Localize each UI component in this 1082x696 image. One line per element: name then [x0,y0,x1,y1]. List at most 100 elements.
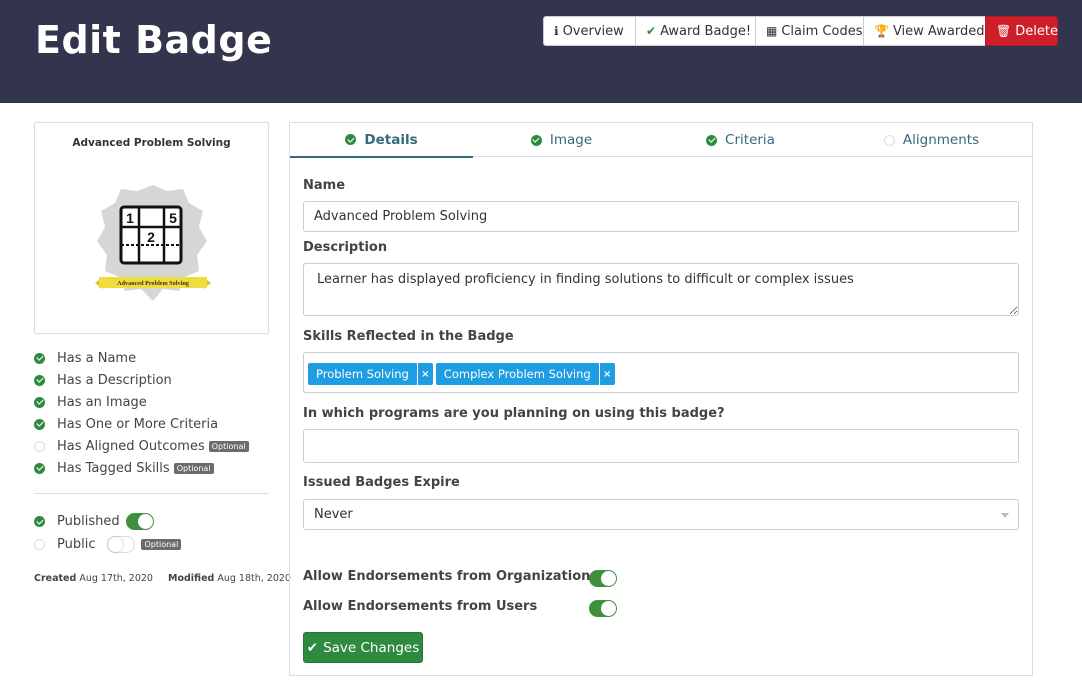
description-textarea[interactable]: Learner has displayed proficiency in fin… [303,263,1019,316]
public-label: Public [57,537,96,552]
expire-label: Issued Badges Expire [303,475,460,490]
trophy-icon: 🏆 [874,24,889,38]
badge-ribbon-text: Advanced Problem Solving [117,280,190,287]
endorse-users-toggle[interactable] [589,600,617,617]
check-circle-icon [34,396,45,408]
overview-label: Overview [562,23,624,39]
tab-alignments-label: Alignments [902,132,980,148]
public-row: Public Optional [34,533,269,556]
skills-label: Skills Reflected in the Badge [303,329,514,344]
criteria-check-icon [706,134,718,146]
badge-card-title: Advanced Problem Solving [72,137,231,149]
save-changes-button[interactable]: ✔ Save Changes [303,632,423,663]
checklist-item: Has an Image [34,391,269,413]
badge-number-1: 1 [126,210,134,226]
tab-alignments[interactable]: Alignments [831,123,1032,157]
skill-tag-label: Problem Solving [316,367,409,381]
badge-number-5: 5 [169,210,177,226]
checklist-item: Has Aligned Outcomes Optional [34,435,269,457]
remove-tag-icon[interactable]: × [416,363,433,385]
check-circle-icon [34,352,45,364]
view-awarded-label: View Awarded [892,23,985,39]
tab-criteria[interactable]: Criteria [650,123,831,157]
endorse-orgs-label: Allow Endorsements from Organizations [303,569,599,584]
published-toggle[interactable] [125,513,154,530]
tab-image-label: Image [549,132,593,148]
delete-label: Delete [1015,23,1058,39]
view-awarded-button[interactable]: 🏆 View Awarded [863,16,986,46]
badge-number-2: 2 [147,229,155,245]
published-check-icon [34,516,45,527]
modified-date: Aug 18th, 2020 [217,573,291,584]
badge-dates: Created Aug 17th, 2020 Modified Aug 18th… [34,573,291,584]
optional-badge: Optional [208,440,249,452]
tab-criteria-label: Criteria [725,132,775,148]
checklist-item: Has a Name [34,347,269,369]
edit-tabs: Details Image Criteria Alignments [290,123,1032,158]
public-toggle[interactable] [107,536,136,553]
checklist-item-label: Has an Image [57,394,147,410]
badge-checklist: Has a Name Has a Description Has an Image H… [34,347,269,479]
check-circle-icon [34,374,45,386]
description-label: Description [303,240,388,255]
skill-tag-label: Complex Problem Solving [443,367,591,381]
badge-preview-card: Advanced Problem Solving 1 5 2 Advanced … [34,122,269,334]
page-header: Edit Badge ℹ Overview ✔ Award Badge! ▦ C… [0,0,1082,103]
claim-codes-label: Claim Codes [781,23,863,39]
empty-circle-icon [34,440,45,452]
name-input[interactable] [303,201,1019,232]
header-actions: ℹ Overview ✔ Award Badge! ▦ Claim Codes … [543,16,1058,46]
chevron-down-icon [1001,513,1009,518]
info-circle-icon: ℹ [554,24,559,38]
page-title: Edit Badge [35,18,273,62]
endorse-users-label: Allow Endorsements from Users [303,599,538,614]
image-check-icon [530,134,542,146]
badge-image: 1 5 2 Advanced Problem Solving [93,183,213,307]
check-circle-icon [34,418,45,430]
tab-image[interactable]: Image [473,123,650,157]
delete-button[interactable]: 🗑 Delete [985,16,1058,46]
checklist-item: Has Tagged Skills Optional [34,457,269,479]
expire-selected-value: Never [314,507,353,522]
programs-label: In which programs are you planning on us… [303,406,725,421]
publish-settings: Published Public Optional [34,510,269,556]
checklist-item-label: Has Tagged Skills [57,460,170,476]
name-label: Name [303,178,346,193]
expire-select[interactable]: Never [303,499,1019,530]
checklist-item-label: Has a Description [57,372,172,388]
checklist-item-label: Has One or More Criteria [57,416,219,432]
trash-icon: 🗑 [996,24,1012,38]
save-changes-label: Save Changes [323,639,420,656]
created-date: Aug 17th, 2020 [79,573,153,584]
checklist-item: Has One or More Criteria [34,413,269,435]
details-check-icon [345,134,357,145]
alignments-status-icon [883,134,895,146]
checklist-item: Has a Description [34,369,269,391]
optional-badge: Optional [141,539,182,550]
skills-tag-input[interactable]: Problem Solving × Complex Problem Solvin… [303,352,1019,393]
endorse-orgs-toggle[interactable] [589,570,617,587]
published-label: Published [57,514,120,529]
qr-code-icon: ▦ [766,24,778,38]
claim-codes-button[interactable]: ▦ Claim Codes [755,16,864,46]
skill-tag: Problem Solving × [308,363,433,385]
programs-input[interactable] [303,429,1019,463]
check-icon: ✔ [646,24,657,38]
modified-label: Modified [167,573,215,584]
checklist-item-label: Has a Name [57,350,137,366]
created-label: Created [34,573,77,584]
tab-details[interactable]: Details [290,123,473,158]
remove-tag-icon[interactable]: × [598,363,615,385]
edit-panel: Details Image Criteria Alignments Name D… [289,122,1033,676]
check-circle-icon [34,462,45,474]
tab-details-label: Details [364,131,418,148]
public-check-icon [34,539,45,550]
skill-tag: Complex Problem Solving × [435,363,615,385]
award-badge-button[interactable]: ✔ Award Badge! [635,16,756,46]
divider [34,493,269,494]
overview-button[interactable]: ℹ Overview [543,16,636,46]
award-badge-label: Award Badge! [660,23,752,39]
published-row: Published [34,510,269,533]
check-icon: ✔ [306,639,319,656]
checklist-item-label: Has Aligned Outcomes [57,438,205,454]
